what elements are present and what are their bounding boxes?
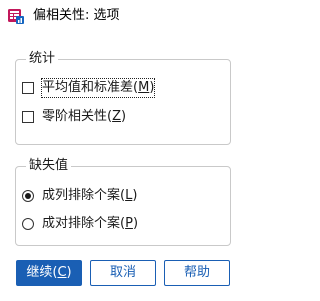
mean-std-checkbox-box[interactable] xyxy=(22,82,34,94)
exclude-listwise-radio[interactable]: 成列排除个案(L) xyxy=(22,186,137,206)
mean-std-checkbox[interactable]: 平均值和标准差(M) xyxy=(22,78,156,98)
exclude-listwise-radio-label[interactable]: 成列排除个案(L) xyxy=(42,187,137,205)
help-button[interactable]: 帮助 xyxy=(164,260,230,286)
exclude-listwise-radio-dot[interactable] xyxy=(22,190,34,202)
exclude-pairwise-radio[interactable]: 成对排除个案(P) xyxy=(22,214,138,234)
continue-button[interactable]: 继续(C) xyxy=(16,260,82,286)
missing-values-group-legend: 缺失值 xyxy=(26,157,72,175)
statistics-group-legend: 统计 xyxy=(26,50,59,68)
spss-dialog-icon xyxy=(8,9,24,24)
statistics-group: 统计 平均值和标准差(M) 零阶相关性(Z) xyxy=(15,50,231,145)
window-title: 偏相关性: 选项 xyxy=(33,8,120,23)
zero-order-checkbox-label[interactable]: 零阶相关性(Z) xyxy=(42,108,126,126)
zero-order-checkbox-box[interactable] xyxy=(22,111,34,123)
exclude-pairwise-radio-dot[interactable] xyxy=(22,218,34,230)
mean-std-checkbox-label[interactable]: 平均值和标准差(M) xyxy=(40,78,156,98)
title-bar: 偏相关性: 选项 xyxy=(0,0,246,32)
zero-order-checkbox[interactable]: 零阶相关性(Z) xyxy=(22,107,126,127)
exclude-pairwise-radio-label[interactable]: 成对排除个案(P) xyxy=(42,215,138,233)
missing-values-group: 缺失值 成列排除个案(L) 成对排除个案(P) xyxy=(15,157,231,246)
cancel-button[interactable]: 取消 xyxy=(90,260,156,286)
